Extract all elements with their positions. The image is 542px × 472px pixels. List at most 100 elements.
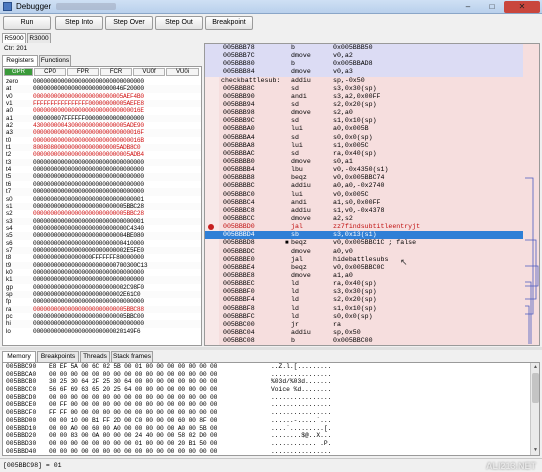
memory-row[interactable]: 005BBC90 E8 EF 5A 00 6C 02 5B 00 01 00 00… [3, 363, 539, 371]
disassembly-row[interactable]: 005BBB8C sd s3,0x30(sp) [205, 85, 523, 93]
memory-row[interactable]: 005BBD20 00 00 83 00 0A 00 00 00 24 40 00… [3, 432, 539, 440]
memory-row[interactable]: 005BBCD0 00 00 00 00 00 00 00 00 00 00 00… [3, 394, 539, 402]
disassembly-row[interactable]: 005BBBF4 ld s2,0x20(sp) [205, 296, 523, 304]
tab-r3000[interactable]: R3000 [27, 33, 51, 43]
register-row[interactable]: s3 00000000000000000000000000000001 [3, 217, 201, 225]
memory-row[interactable]: 005BBCC0 56 6F 69 63 65 20 25 64 00 00 00… [3, 386, 539, 394]
register-row[interactable]: v0 00000000000000000000000005AEF4B0 [3, 93, 201, 100]
register-row[interactable]: gp 000000000000000000000000002C98F0 [3, 284, 201, 291]
register-row[interactable]: ra 000000000000000000000000005BBC88 [3, 305, 201, 313]
register-row[interactable]: k0 00000000000000000000000000000000 [3, 269, 201, 276]
register-row[interactable]: lo 00000000000000000000000020149F6 [3, 328, 201, 335]
disassembly-row[interactable]: 005BBBF0 ld s3,0x30(sp) [205, 288, 523, 296]
register-row[interactable]: s6 00000000000000000000000000410000 [3, 240, 201, 247]
register-row[interactable]: a2 430000000430000000000000005ADE90 [3, 122, 201, 129]
close-button[interactable]: ✕ [504, 1, 540, 13]
minimize-button[interactable]: – [456, 1, 480, 13]
memory-row[interactable]: 005BBD30 00 00 00 00 00 00 00 00 01 00 00… [3, 440, 539, 448]
disassembly-row[interactable]: 005BBBE8 dmove a1,a0 [205, 272, 523, 280]
step-into-button[interactable]: Step Into [55, 16, 103, 30]
disassembly-row[interactable]: 005BBB9C sd s1,0x10(sp) [205, 117, 523, 125]
memory-row[interactable]: 005BBD00 00 00 10 00 B1 FF 2D 00 C0 00 00… [3, 417, 539, 425]
register-row[interactable]: t8 00000000000000000FFFFFFF80000000 [3, 254, 201, 261]
tab-fpr[interactable]: FPR [67, 68, 99, 76]
register-row[interactable]: t2 0000000000000000000000000005ADB4 [3, 151, 201, 158]
register-row[interactable]: s1 000000000000000000000000005BBC28 [3, 202, 201, 211]
register-row[interactable]: zero 00000000000000000000000000000000 [3, 78, 201, 85]
tab-registers[interactable]: Registers [2, 55, 38, 66]
disassembly-row[interactable]: 005BBC00 jr ra [205, 321, 523, 329]
register-row[interactable]: s2 000000000000000000000000005BBC28 [3, 210, 201, 217]
register-row[interactable]: t1 8008080000000000000000005ADB8C0 [3, 144, 201, 152]
disassembly-row[interactable]: 005BBBE0 jal hidebattlesubs [205, 256, 523, 264]
disassembly-row[interactable]: 005BBBBC addiu a0,a0,-0x2740 [205, 182, 523, 190]
scroll-up-icon[interactable]: ▲ [532, 364, 539, 371]
scroll-down-icon[interactable]: ▼ [532, 447, 539, 454]
tab-fcr[interactable]: FCR [100, 68, 132, 76]
memory-row[interactable]: 005BBCE0 00 FF 00 00 00 00 00 00 00 00 00… [3, 401, 539, 409]
register-row[interactable]: s7 000000000000000000000000002E5FE0 [3, 246, 201, 255]
disassembly-row[interactable]: 005BBB90 andi s3,a2,0x00FF [205, 93, 523, 101]
memory-row[interactable]: 005BBCB0 30 25 30 64 2F 25 30 64 00 00 00… [3, 378, 539, 386]
disassembly-row[interactable]: 005BBBAC sd ra,0x40(sp) [205, 150, 523, 158]
tab-vu0f[interactable]: VU0f [133, 68, 165, 76]
maximize-button[interactable]: □ [480, 1, 504, 13]
register-row[interactable]: t6 00000000000000000000000000000000 [3, 181, 201, 188]
disassembly-row[interactable]: 005BBBA8 lui s1,0x005C [205, 142, 523, 150]
disassembly-row[interactable]: 005BBBE4 beqz v0,0x005BBC0C [205, 264, 523, 272]
register-row[interactable]: t4 00000000000000000000000000000000 [3, 166, 201, 173]
disassembly-row[interactable]: 005BBBB0 dmove s0,a1 [205, 158, 523, 166]
tab-breakpoints[interactable]: Breakpoints [37, 351, 79, 362]
register-row[interactable]: pc 000000000000000000000000005BBC00 [3, 313, 201, 320]
breakpoint-button[interactable]: Breakpoint [205, 16, 253, 30]
disassembly-row[interactable]: 005BBC0C nop [205, 345, 523, 346]
disassembly-row[interactable]: 005BBBDC dmove a0,v0 [205, 248, 523, 256]
scroll-thumb[interactable] [532, 373, 539, 403]
disassembly-row[interactable]: 005BBBC4 andi a1,s0,0x00FF [205, 199, 523, 207]
disassembly-row[interactable]: 005BBC08 b 0x005BBC00 [205, 337, 523, 345]
run-button[interactable]: Run [3, 16, 51, 30]
register-row[interactable]: a0 0000000000000000000000000000016E [3, 107, 201, 114]
disassembly-row[interactable]: 005BBBF8 ld s1,0x10(sp) [205, 305, 523, 313]
register-row[interactable]: sp 00000000000000000000000002E61C0 [3, 290, 201, 299]
disassembly-row[interactable]: 005BBB7C dmove v0,a2 [205, 52, 523, 61]
tab-vu0i[interactable]: VU0i [166, 68, 199, 76]
memory-row[interactable]: 005BBCF0 FF FF 00 00 00 00 00 00 00 00 00… [3, 409, 539, 417]
disassembly-row[interactable]: 005BBB80 b 0x005BBAD8 [205, 60, 523, 69]
tab-functions[interactable]: Functions [39, 55, 71, 66]
panel-splitter[interactable] [0, 347, 542, 350]
register-row[interactable]: t9 000000000000000000000000700300C13 [3, 261, 201, 269]
disassembly-row[interactable]: 005BBBD0 jal zz7findsubtitleentryjt [205, 223, 523, 231]
disassembly-row[interactable]: 005BBBCC dmove a2,s2 [205, 215, 523, 223]
register-row[interactable]: a3 0000000000000000000000000000016F [3, 129, 201, 137]
register-row[interactable]: s4 000000000000000000000000000C4340 [3, 225, 201, 232]
register-row[interactable]: t5 00000000000000000000000000000000 [3, 173, 201, 181]
disassembly-row[interactable]: 005BBBFC ld s0,0x0(sp) [205, 313, 523, 321]
disassembly-row[interactable]: 005BBBB4 lbu v0,-0x4350(s1) [205, 166, 523, 174]
disassembly-row[interactable]: 005BBB78 b 0x005BBB50 [205, 44, 523, 53]
register-row[interactable]: k1 00000000000000000000000000000000 [3, 276, 201, 284]
register-row[interactable]: s5 000000000000000000000000004BE080 [3, 232, 201, 240]
memory-scrollbar[interactable]: ▲ ▼ [530, 363, 539, 455]
disassembly-row[interactable]: checkbattlesub: addiu sp,-0x50 [205, 77, 523, 85]
disassembly-row[interactable]: 005BBB84 dmove v0,a3 [205, 68, 523, 77]
tab-memory[interactable]: Memory [2, 351, 36, 362]
register-row[interactable]: at 00000000000000000000000046F20000 [3, 85, 201, 93]
register-row[interactable]: hi 00000000000000000000000000000000 [3, 320, 201, 328]
disassembly-row[interactable]: 005BBB94 sd s2,0x20(sp) [205, 101, 523, 109]
disassembly-row[interactable]: 005BBBC0 lui v0,0x005C [205, 191, 523, 199]
disassembly-view[interactable]: 005BBB78 b 0x005BBB50 005BBB7C dmove v0,a2 005… [204, 43, 540, 346]
register-row[interactable]: t0 0000000000000000000000000000016B [3, 137, 201, 144]
breakpoint-icon[interactable] [208, 224, 214, 231]
register-row[interactable]: v1 FFFFFFFFFFFFFFFF00000000005AEFE8 [3, 100, 201, 108]
disassembly-row[interactable]: 005BBBA0 lui a0,0x005B [205, 125, 523, 133]
disassembly-row[interactable]: 005BBBB8 beqz v0,0x005BBC74 [205, 174, 523, 182]
disassembly-row[interactable]: 005BBBD4 sb s3,0x13(s1) [205, 231, 523, 240]
tab-threads[interactable]: Threads [80, 351, 110, 362]
disassembly-row[interactable]: 005BBC04 addiu sp,0x50 [205, 329, 523, 337]
tab-stack-frames[interactable]: Stack frames [111, 351, 153, 362]
step-out-button[interactable]: Step Out [155, 16, 203, 30]
tab-cp0[interactable]: CP0 [34, 68, 66, 76]
memory-row[interactable]: 005BBCA0 00 00 00 00 00 00 00 00 00 00 00… [3, 371, 539, 379]
tab-r5900[interactable]: R5900 [2, 33, 26, 43]
